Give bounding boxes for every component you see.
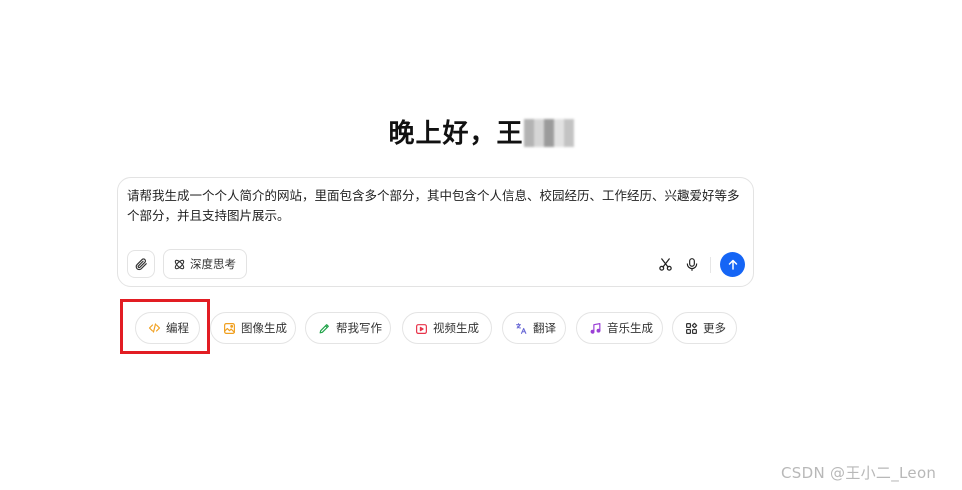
chip-label: 图像生成 [241,321,287,335]
music-icon [589,322,602,335]
greeting-text: 晚上好，王 [388,119,524,149]
chip-writing[interactable]: 帮我写作 [305,312,391,344]
scissors-icon [658,257,673,272]
video-icon [415,322,428,335]
screenshot-button[interactable] [654,253,676,275]
prompt-input[interactable]: 请帮我生成一个个人简介的网站，里面包含多个部分，其中包含个人信息、校园经历、工作… [127,186,747,226]
chip-label: 翻译 [533,321,556,335]
chip-label: 视频生成 [433,321,479,335]
deep-think-button[interactable]: 深度思考 [163,249,247,279]
redacted-username [523,118,574,147]
chip-video-generation[interactable]: 视频生成 [402,312,492,344]
chip-image-generation[interactable]: 图像生成 [210,312,296,344]
chat-composer[interactable]: 请帮我生成一个个人简介的网站，里面包含多个部分，其中包含个人信息、校园经历、工作… [117,177,754,287]
microphone-icon [685,257,699,272]
chip-music-generation[interactable]: 音乐生成 [576,312,663,344]
chip-label: 帮我写作 [336,321,382,335]
paperclip-icon [134,257,148,271]
annotation-highlight-box [120,299,210,354]
chip-translate[interactable]: 翻译 [502,312,566,344]
chip-label: 更多 [703,321,726,335]
watermark: CSDN @王小二_Leon [781,464,937,482]
translate-icon [515,322,528,335]
chip-more[interactable]: 更多 [672,312,737,344]
deep-think-label: 深度思考 [190,257,236,271]
chip-label: 音乐生成 [607,321,653,335]
grid-more-icon [685,322,698,335]
page: 晚上好，王 请帮我生成一个个人简介的网站，里面包含多个部分，其中包含个人信息、校… [0,0,962,490]
attach-button[interactable] [127,250,155,278]
image-icon [223,322,236,335]
voice-input-button[interactable] [681,253,703,275]
send-button[interactable] [720,252,745,277]
atom-icon [173,258,186,271]
pen-icon [318,322,331,335]
arrow-up-icon [727,258,739,271]
greeting-heading: 晚上好，王 [0,116,962,152]
toolbar-divider [710,257,711,273]
